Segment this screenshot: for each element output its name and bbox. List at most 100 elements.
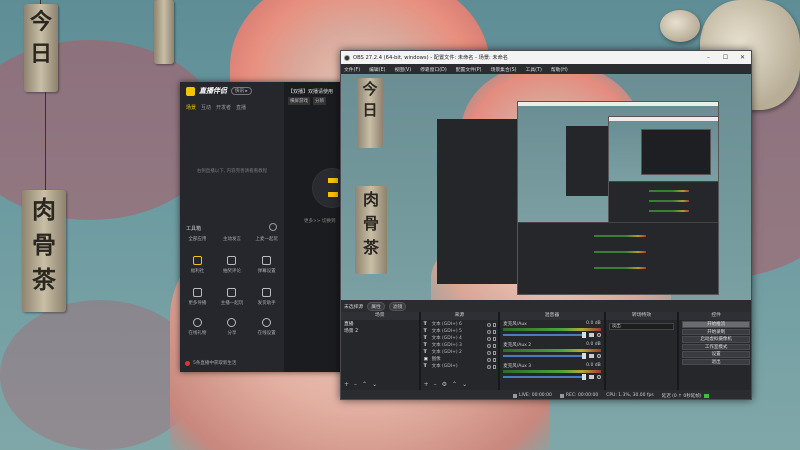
tool-item[interactable]: 福利社 [182,256,212,274]
menu-file[interactable]: 文件(F) [344,66,360,73]
tool-item[interactable]: 发货助手 [252,288,282,306]
volume-slider[interactable] [503,374,586,380]
tool-item[interactable]: 在线礼物 [182,318,212,336]
app-news-tag[interactable]: 快讯 ▸ [231,87,252,95]
menu-scene-collection[interactable]: 场景集合(S) [491,66,517,73]
source-item[interactable]: T 文本 (GDI+) 6 [423,321,497,328]
danmaku-icon [262,256,272,265]
source-item[interactable]: T 文本 (GDI+) 3 [423,342,497,349]
properties-button[interactable]: 属性 [367,301,385,311]
lock-icon[interactable] [493,336,497,341]
sources-dock: 来源 T 文本 (GDI+) 6 T 文本 (GDI+) 5 T 文本 (GDI+) … [420,312,499,390]
transition-select[interactable]: 淡出 [608,323,675,330]
scenes-dock-title: 场景 [341,312,419,320]
app-more-link[interactable]: 更多>> 切换到 [304,218,335,224]
add-icon[interactable]: + [344,381,349,388]
tool-item[interactable]: 主播一起玩 [217,288,247,306]
tool-item[interactable]: 全部应用 [182,236,212,242]
lock-icon[interactable] [493,322,497,327]
app-chip[interactable]: 分辨 [313,97,326,105]
menu-profile[interactable]: 配置文件(P) [456,66,482,73]
app-tab[interactable]: 互动 [201,104,211,111]
transitions-dock: 转场特效 淡出 [605,312,678,390]
scene-item[interactable]: 场景 2 [343,328,417,335]
source-item[interactable]: T 文本 (GDI+) [423,363,497,370]
minimize-icon[interactable]: – [700,51,717,64]
gear-icon[interactable] [596,354,601,358]
tool-item[interactable]: 上麦一起玩 [252,236,282,242]
menu-view[interactable]: 视图(V) [394,66,411,73]
lock-icon[interactable] [493,329,497,334]
live-dot-icon [185,360,190,366]
lock-icon[interactable] [493,357,497,362]
tool-item[interactable]: 分享 [217,318,247,336]
app-tab[interactable]: 场景 [186,104,196,111]
remove-icon[interactable]: – [354,381,357,388]
close-icon[interactable]: ✕ [734,51,751,64]
comment-icon [227,256,237,265]
volume-slider[interactable] [503,353,586,359]
menu-edit[interactable]: 编辑(E) [369,66,385,73]
menu-docks[interactable]: 停靠窗口(D) [420,66,447,73]
exit-button[interactable]: 退出 [682,358,750,365]
start-virtual-camera-button[interactable]: 启动虚拟摄像机 [682,336,750,343]
lock-icon[interactable] [493,364,497,369]
eye-icon[interactable] [487,357,492,362]
tool-item[interactable]: 弹幕设置 [252,256,282,274]
obs-titlebar[interactable]: OBS 27.2.4 (64-bit, windows) - 配置文件: 未命名… [341,51,751,64]
gear-icon[interactable] [596,375,601,379]
scene-item[interactable]: 直播 [343,321,417,328]
obs-preview-canvas[interactable]: 今 日 肉 骨 茶 [341,74,751,300]
start-recording-button[interactable]: 开始录制 [682,328,750,335]
eye-icon[interactable] [487,329,492,334]
eye-icon[interactable] [487,343,492,348]
source-item[interactable]: T 文本 (GDI+) 4 [423,335,497,342]
remove-icon[interactable]: – [434,381,437,388]
source-item[interactable]: ▣ 图像 [423,356,497,363]
app-yellow-button[interactable] [328,192,338,197]
move-down-icon[interactable]: ⌄ [372,381,377,388]
tool-item[interactable]: 在线设置 [252,318,282,336]
tool-item[interactable]: 抽奖评论 [217,256,247,274]
obs-window-title: OBS 27.2.4 (64-bit, windows) - 配置文件: 未命名… [353,55,508,61]
source-item[interactable]: T 文本 (GDI+) 2 [423,349,497,356]
move-up-icon[interactable]: ⌃ [362,381,367,388]
tool-item[interactable]: 主动发言 [217,236,247,242]
move-up-icon[interactable]: ⌃ [452,381,457,388]
tool-item[interactable]: 更多导播 [182,288,212,306]
maximize-icon[interactable]: ☐ [717,51,734,64]
menu-help[interactable]: 帮助(H) [551,66,568,73]
lock-icon[interactable] [493,343,497,348]
plank-char: 茶 [362,238,379,257]
speaker-icon[interactable] [588,333,594,337]
obs-logo-icon [344,54,350,61]
eye-icon[interactable] [487,322,492,327]
studio-mode-button[interactable]: 工作室模式 [682,343,750,350]
eye-icon[interactable] [487,336,492,341]
tools-settings-icon[interactable] [269,223,277,231]
speaker-icon[interactable] [588,375,594,379]
speaker-icon[interactable] [588,354,594,358]
settings-button[interactable]: 设置 [682,351,750,358]
filters-button[interactable]: 滤镜 [388,301,407,311]
audio-meter [503,370,601,373]
lock-icon[interactable] [493,350,497,355]
eye-icon[interactable] [487,364,492,369]
app-footer[interactable]: 5条直播中获取新生活 [185,360,236,366]
plank-char: 今 [362,80,378,98]
obs-window[interactable]: OBS 27.2.4 (64-bit, windows) - 配置文件: 未命名… [340,50,752,400]
volume-slider[interactable] [503,332,586,338]
app-chip[interactable]: 横屏游戏 [288,97,310,105]
start-streaming-button[interactable]: 开始推流 [682,321,750,328]
menu-tools[interactable]: 工具(T) [526,66,542,73]
tool-label: 弹幕设置 [257,269,276,274]
source-item[interactable]: T 文本 (GDI+) 5 [423,328,497,335]
eye-icon[interactable] [487,350,492,355]
app-tab[interactable]: 直播 [236,104,246,111]
add-icon[interactable]: + [424,381,429,388]
gear-icon[interactable]: ⚙ [442,381,447,388]
app-yellow-button[interactable] [328,178,338,183]
move-down-icon[interactable]: ⌄ [462,381,467,388]
app-tab[interactable]: 开发者 [216,104,231,111]
gear-icon[interactable] [596,333,601,337]
